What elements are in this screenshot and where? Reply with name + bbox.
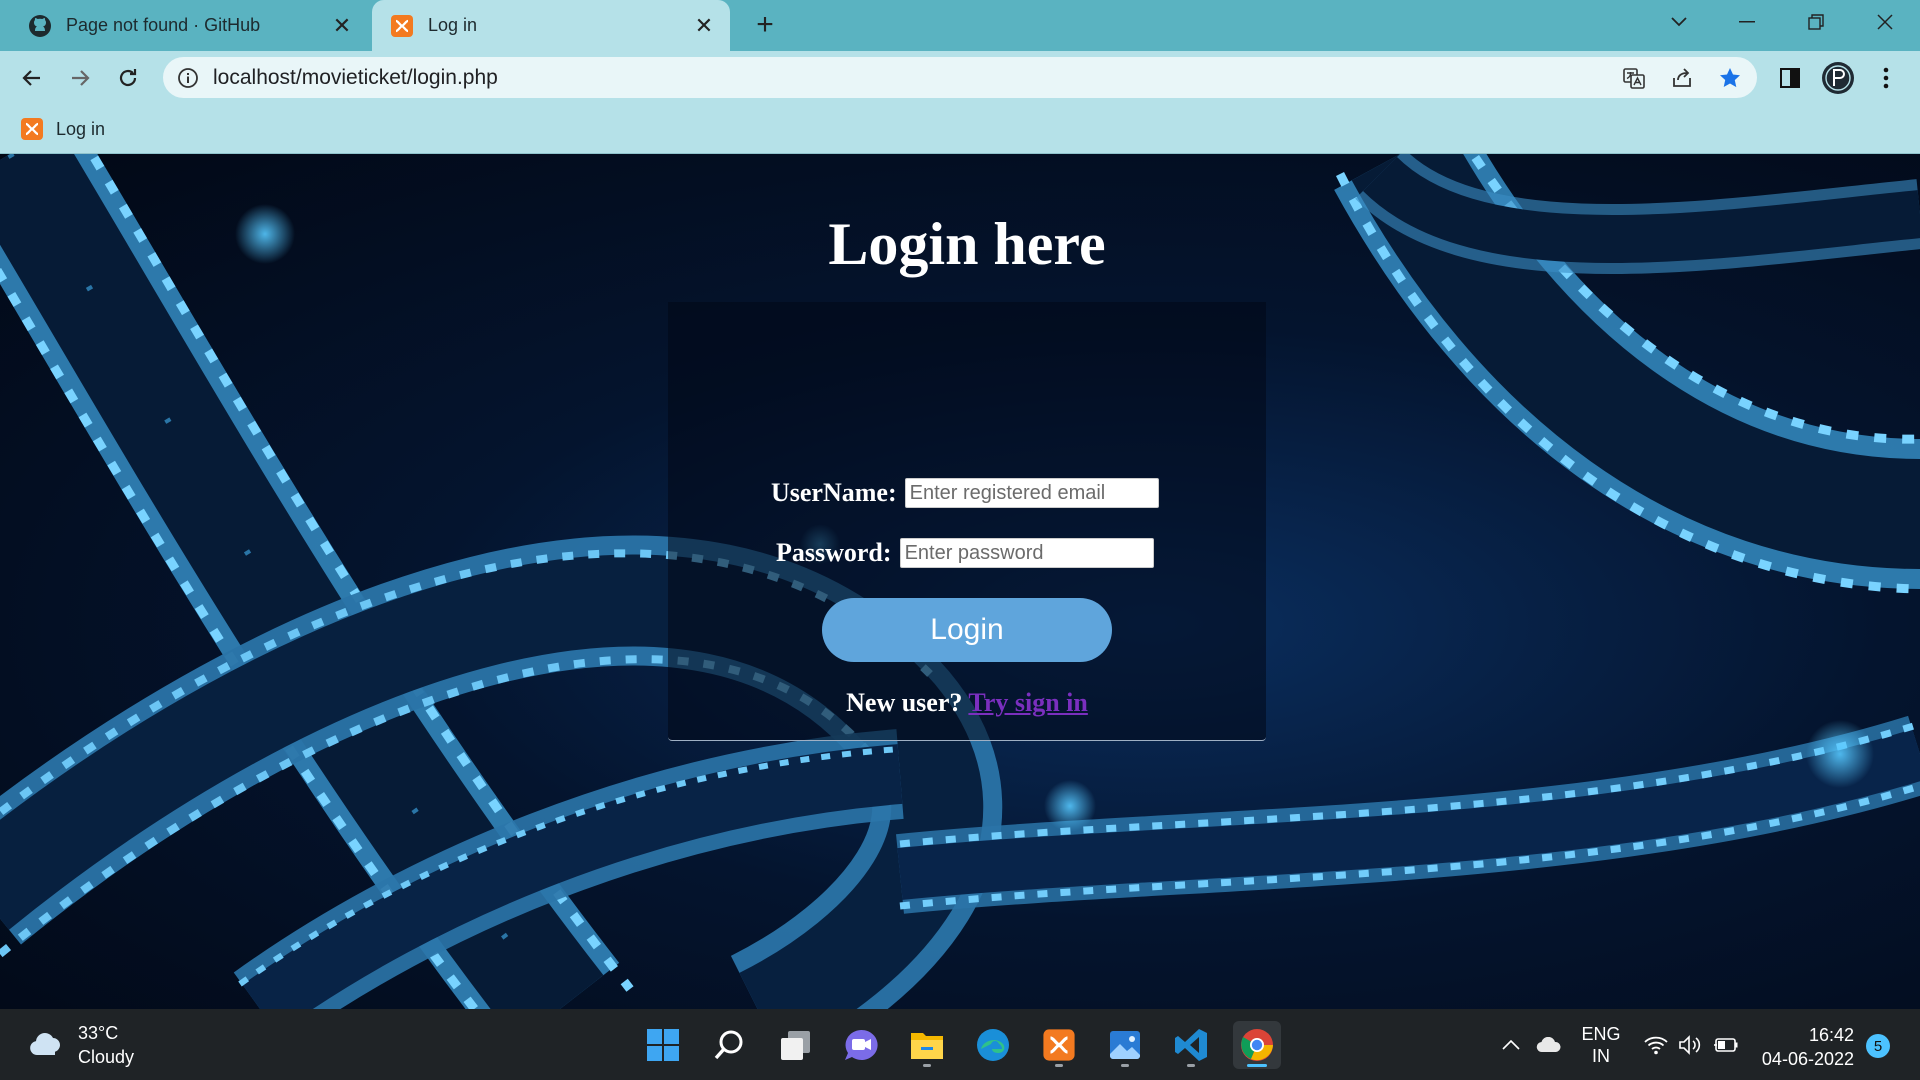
language-indicator[interactable]: ENG IN <box>1573 1009 1629 1080</box>
wifi-icon[interactable] <box>1642 1009 1670 1080</box>
xampp-icon <box>20 117 44 141</box>
onedrive-icon[interactable] <box>1533 1009 1565 1080</box>
battery-icon[interactable] <box>1712 1009 1740 1080</box>
running-indicator <box>1187 1064 1195 1067</box>
region-code: IN <box>1592 1045 1610 1066</box>
tab-github[interactable]: Page not found · GitHub ✕ <box>8 0 368 51</box>
cloud-icon <box>28 1029 64 1062</box>
reload-icon[interactable] <box>109 59 147 97</box>
new-user-text: New user? <box>846 688 963 717</box>
login-button[interactable]: Login <box>822 598 1112 662</box>
vscode-icon[interactable] <box>1167 1021 1215 1069</box>
active-indicator <box>1247 1064 1267 1067</box>
close-window-icon[interactable] <box>1862 0 1908 44</box>
file-explorer-icon[interactable] <box>903 1021 951 1069</box>
close-tab-icon[interactable]: ✕ <box>330 13 354 38</box>
bookmark-star-icon[interactable] <box>1718 66 1742 90</box>
tab-strip: Page not found · GitHub ✕ Log in ✕ + <box>0 0 1920 51</box>
tab-title: Page not found · GitHub <box>66 15 261 35</box>
language-code: ENG <box>1581 1023 1621 1044</box>
tab-search-icon[interactable] <box>1656 0 1702 44</box>
minimize-icon[interactable] <box>1724 0 1770 44</box>
weather-widget[interactable]: 33°C Cloudy <box>28 1021 134 1069</box>
page-viewport <box>0 154 1920 1009</box>
clock[interactable]: 16:42 04-06-2022 <box>1756 1023 1854 1071</box>
forward-icon[interactable] <box>61 59 99 97</box>
show-hidden-icons-chevron-icon[interactable] <box>1498 1009 1524 1080</box>
site-info-icon[interactable] <box>177 67 199 89</box>
password-input[interactable] <box>899 538 1154 568</box>
new-tab-button[interactable]: + <box>748 8 782 42</box>
tab-login[interactable]: Log in ✕ <box>372 0 730 51</box>
weather-temp: 33°C <box>78 1023 119 1043</box>
translate-icon[interactable] <box>1622 66 1646 90</box>
browser-toolbar: localhost/movieticket/login.php <box>0 51 1920 104</box>
tab-title: Log in <box>428 15 478 35</box>
new-user-line: New user? Try sign in <box>0 688 1920 718</box>
back-icon[interactable] <box>13 59 51 97</box>
signin-link[interactable]: Try sign in <box>968 688 1087 717</box>
username-label: UserName: <box>771 478 897 507</box>
photos-icon[interactable] <box>1101 1021 1149 1069</box>
password-label: Password: <box>776 538 892 567</box>
profile-avatar-icon[interactable] <box>1819 59 1857 97</box>
xampp-icon <box>390 14 414 38</box>
bookmarks-bar: Log in <box>0 104 1920 154</box>
clock-date: 04-06-2022 <box>1761 1049 1854 1069</box>
chat-icon[interactable] <box>837 1021 885 1069</box>
edge-icon[interactable] <box>969 1021 1017 1069</box>
notification-badge[interactable]: 5 <box>1866 1034 1890 1058</box>
url-text: localhost/movieticket/login.php <box>213 66 498 89</box>
weather-desc: Cloudy <box>78 1047 135 1067</box>
restore-icon[interactable] <box>1793 0 1839 44</box>
taskbar: 33°C Cloudy ENG IN 16:42 04-06-2022 5 <box>0 1009 1920 1080</box>
password-row: Password: <box>776 538 1154 568</box>
address-bar[interactable]: localhost/movieticket/login.php <box>163 57 1757 98</box>
running-indicator <box>1121 1064 1129 1067</box>
side-panel-icon[interactable] <box>1771 59 1809 97</box>
running-indicator <box>923 1064 931 1067</box>
github-icon <box>28 14 52 38</box>
more-menu-icon[interactable] <box>1867 59 1905 97</box>
username-input[interactable] <box>904 478 1159 508</box>
login-title: Login here <box>828 211 1106 277</box>
clock-time: 16:42 <box>1808 1025 1854 1045</box>
close-tab-icon[interactable]: ✕ <box>692 13 716 38</box>
login-form-container <box>668 302 1266 741</box>
search-icon[interactable] <box>705 1021 753 1069</box>
volume-icon[interactable] <box>1676 1009 1704 1080</box>
running-indicator <box>1055 1064 1063 1067</box>
bookmark-login[interactable]: Log in <box>20 114 105 144</box>
bookmark-label: Log in <box>56 118 106 139</box>
share-icon[interactable] <box>1670 66 1694 90</box>
task-view-icon[interactable] <box>771 1021 819 1069</box>
username-row: UserName: <box>771 478 1159 508</box>
xampp-icon[interactable] <box>1035 1021 1083 1069</box>
chrome-icon[interactable] <box>1233 1021 1281 1069</box>
start-icon[interactable] <box>639 1021 687 1069</box>
